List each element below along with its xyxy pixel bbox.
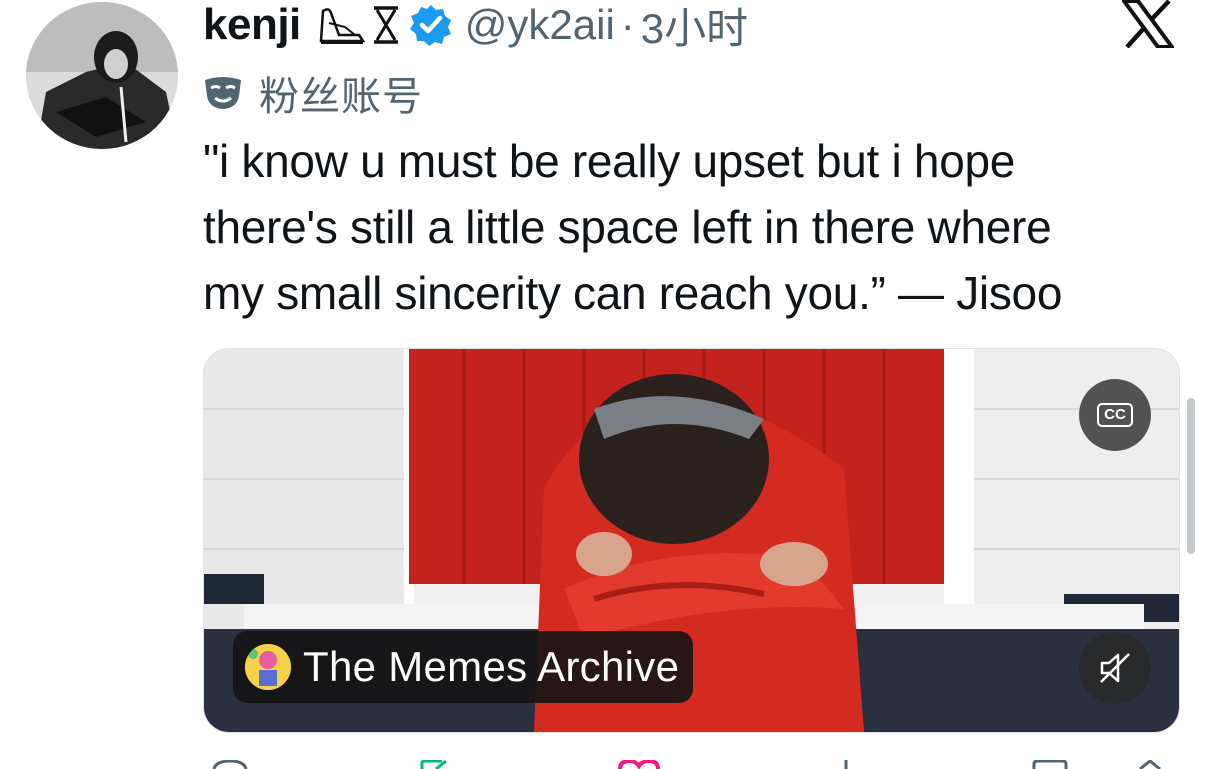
author-handle[interactable]: @yk2aii: [465, 1, 615, 49]
retweet-icon[interactable]: [412, 760, 456, 769]
swan-icon: [319, 8, 366, 44]
like-icon[interactable]: [616, 760, 662, 769]
hourglass-icon: [373, 6, 398, 44]
speaker-muted-icon: [1100, 653, 1130, 683]
captions-button[interactable]: CC: [1079, 379, 1151, 451]
video-source-label: The Memes Archive: [303, 643, 680, 690]
views-icon[interactable]: [836, 760, 856, 769]
separator-dot: ·: [620, 1, 635, 48]
x-logo-icon: [1122, 0, 1174, 48]
name-emojis: [315, 5, 401, 45]
video-source-chip[interactable]: The Memes Archive: [233, 631, 694, 703]
author-name[interactable]: kenji: [203, 0, 301, 50]
source-avatar: [245, 644, 291, 690]
fan-account-row: 粉丝账号: [203, 66, 423, 120]
verified-badge-icon[interactable]: [409, 3, 453, 47]
captions-label: CC: [1097, 403, 1133, 427]
author-avatar[interactable]: [26, 2, 178, 149]
page-scrollbar[interactable]: [1187, 398, 1195, 554]
tweet-header: kenji @yk2aii · 3小时: [203, 0, 748, 52]
reply-icon[interactable]: [210, 760, 250, 769]
video-player[interactable]: CC The Memes Archive: [203, 348, 1180, 733]
fan-account-label: 粉丝账号: [259, 75, 423, 119]
tweet-line-1: "i know u must be really upset but i hop…: [203, 135, 1016, 187]
mute-toggle-button[interactable]: [1079, 632, 1151, 704]
mask-icon: [205, 77, 241, 109]
share-icon[interactable]: [1132, 760, 1168, 769]
timestamp[interactable]: 3小时: [641, 0, 748, 56]
tweet-text: "i know u must be really upset but i hop…: [203, 128, 1193, 326]
bookmark-icon[interactable]: [1030, 760, 1070, 769]
tweet-line-3: my small sincerity can reach you.” — Jis…: [203, 267, 1063, 319]
tweet-line-2: there's still a little space left in the…: [203, 201, 1052, 253]
